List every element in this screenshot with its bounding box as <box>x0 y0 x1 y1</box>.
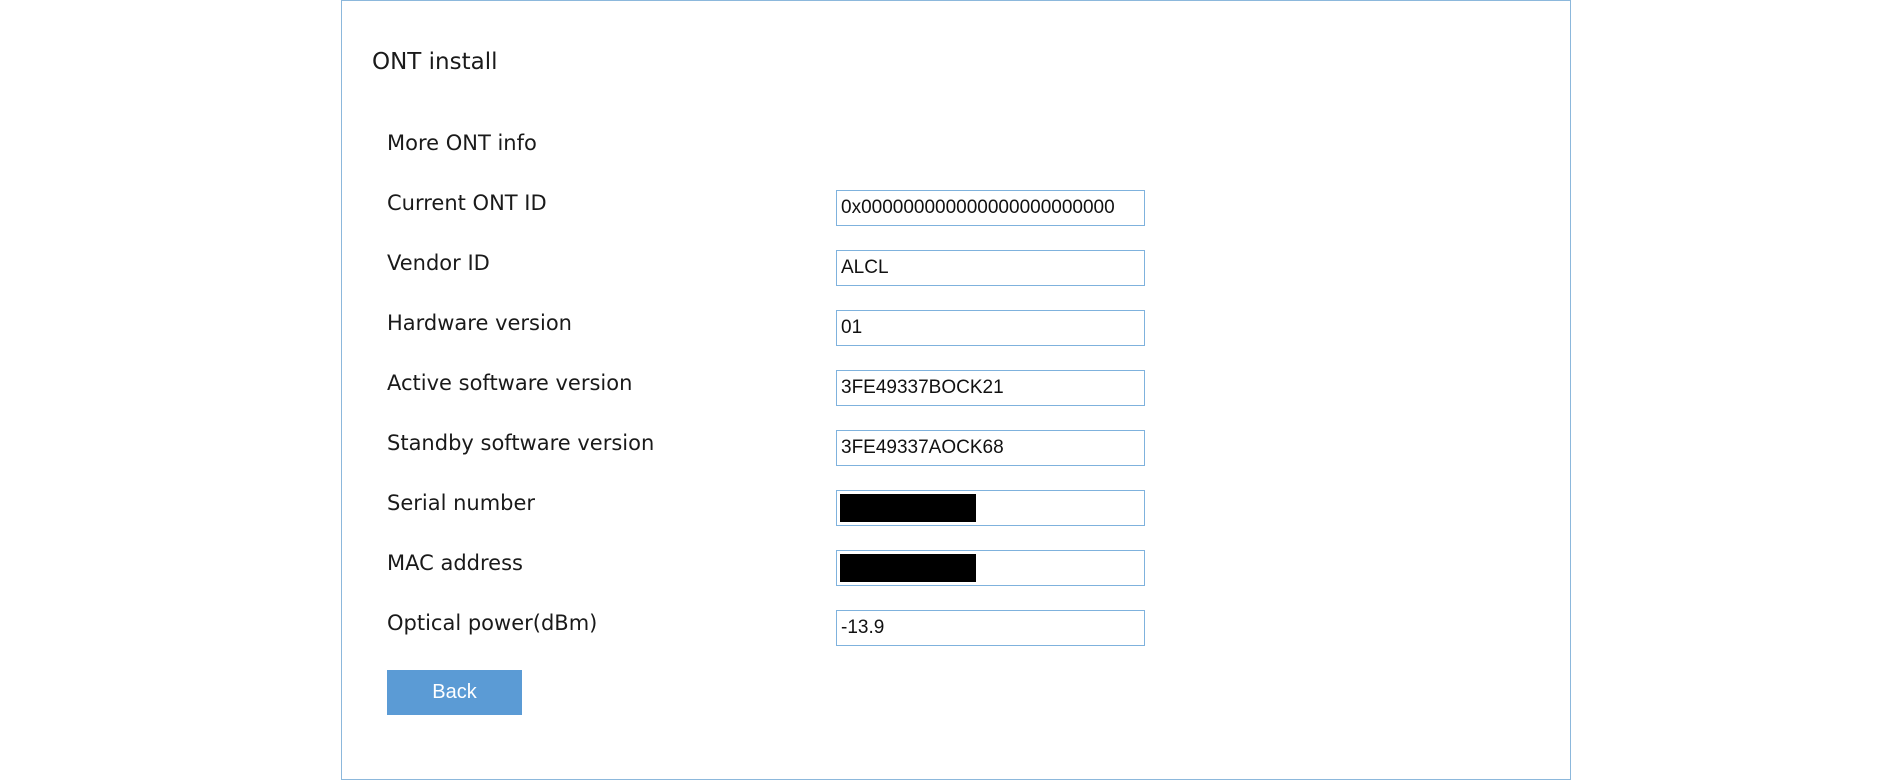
label-active-software-version: Active software version <box>387 371 633 395</box>
back-button[interactable]: Back <box>387 670 522 715</box>
serial-number-field[interactable] <box>836 490 1145 526</box>
section-title: More ONT info <box>387 131 537 155</box>
standby-software-version-field[interactable]: 3FE49337AOCK68 <box>836 430 1145 466</box>
label-serial-number: Serial number <box>387 491 536 515</box>
label-vendor-id: Vendor ID <box>387 251 490 275</box>
current-ont-id-field[interactable]: 0x000000000000000000000000 <box>836 190 1145 226</box>
label-optical-power: Optical power(dBm) <box>387 611 598 635</box>
hardware-version-field[interactable]: 01 <box>836 310 1145 346</box>
mac-address-field[interactable] <box>836 550 1145 586</box>
label-hardware-version: Hardware version <box>387 311 572 335</box>
label-current-ont-id: Current ONT ID <box>387 191 547 215</box>
label-mac-address: MAC address <box>387 551 523 575</box>
vendor-id-field[interactable]: ALCL <box>836 250 1145 286</box>
page-title: ONT install <box>372 49 498 75</box>
ont-info-panel: ONT install More ONT info Current ONT ID… <box>341 0 1571 780</box>
label-standby-software-version: Standby software version <box>387 431 655 455</box>
serial-number-redaction <box>840 494 976 522</box>
mac-address-redaction <box>840 554 976 582</box>
active-software-version-field[interactable]: 3FE49337BOCK21 <box>836 370 1145 406</box>
optical-power-field[interactable]: -13.9 <box>836 610 1145 646</box>
